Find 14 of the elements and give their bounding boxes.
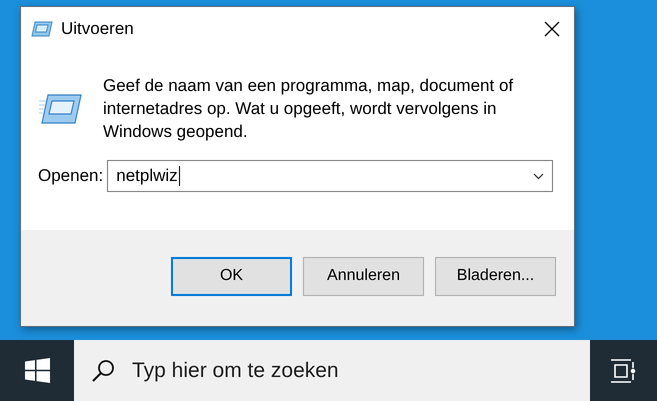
run-app-icon [39,92,83,124]
task-view-icon[interactable] [611,358,636,382]
chevron-down-icon[interactable] [533,172,544,180]
dialog-button[interactable]: Bladeren... [435,256,556,296]
instruction-text: Geef de naam van een programma, map, document of internetadres op. Wat u opgeeft, wordt vervolgens in Windows geopend. [103,75,514,143]
windows-logo-icon[interactable] [24,358,50,383]
window-title: Uitvoeren [61,19,135,39]
open-combobox[interactable]: netplwiz [107,160,554,192]
search-box[interactable]: Typ hier om te zoeken [74,340,590,401]
run-app-icon [31,21,53,37]
search-icon [91,358,116,383]
dialog-button[interactable]: OK [171,256,292,296]
dialog-button[interactable]: Annuleren [303,256,424,296]
open-label: Openen: [38,166,104,186]
